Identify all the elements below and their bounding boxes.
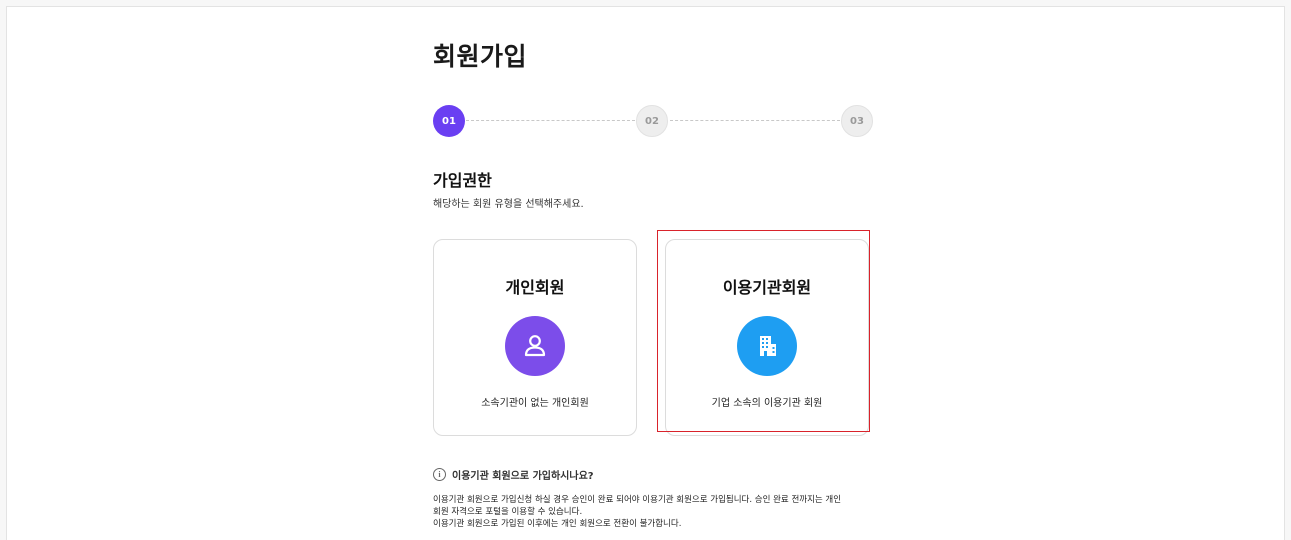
personal-member-card[interactable]: 개인회원 소속기관이 없는 개인회원 bbox=[433, 239, 637, 436]
step-3: 03 bbox=[841, 105, 873, 137]
info-title: 이용기관 회원으로 가입하시나요? bbox=[452, 471, 594, 482]
person-icon bbox=[505, 316, 565, 376]
info-icon: i bbox=[433, 468, 446, 481]
info-body: 이용기관 회원으로 가입신청 하실 경우 승인이 완료 되어야 이용기관 회원으… bbox=[433, 494, 878, 530]
step-2: 02 bbox=[636, 105, 668, 137]
step-connector bbox=[466, 120, 635, 121]
card-description: 소속기관이 없는 개인회원 bbox=[481, 398, 589, 409]
card-title: 개인회원 bbox=[505, 278, 565, 297]
info-line: 이용기관 회원으로 가입된 이후에는 개인 회원으로 전환이 불가합니다. bbox=[433, 519, 682, 529]
card-title: 이용기관회원 bbox=[722, 278, 812, 297]
info-line: 이용기관 회원으로 가입신청 하실 경우 승인이 완료 되어야 이용기관 회원으… bbox=[433, 495, 842, 505]
card-description: 기업 소속의 이용기관 회원 bbox=[711, 398, 823, 409]
page-title: 회원가입 bbox=[433, 42, 528, 71]
section-description: 해당하는 회원 유형을 선택해주세요. bbox=[433, 199, 584, 210]
step-1: 01 bbox=[433, 105, 465, 137]
info-line: 회원 자격으로 포털을 이용할 수 있습니다. bbox=[433, 507, 583, 517]
stepper: 01 02 03 bbox=[433, 105, 875, 137]
institution-member-card[interactable]: 이용기관회원 기업 소속의 이용기관 회원 bbox=[665, 239, 869, 436]
info-row: i 이용기관 회원으로 가입하시나요? bbox=[433, 467, 594, 482]
building-icon bbox=[737, 316, 797, 376]
step-connector bbox=[670, 120, 840, 121]
section-title: 가입권한 bbox=[433, 171, 492, 190]
page-frame: 회원가입 01 02 03 가입권한 해당하는 회원 유형을 선택해주세요. 개… bbox=[6, 6, 1285, 540]
